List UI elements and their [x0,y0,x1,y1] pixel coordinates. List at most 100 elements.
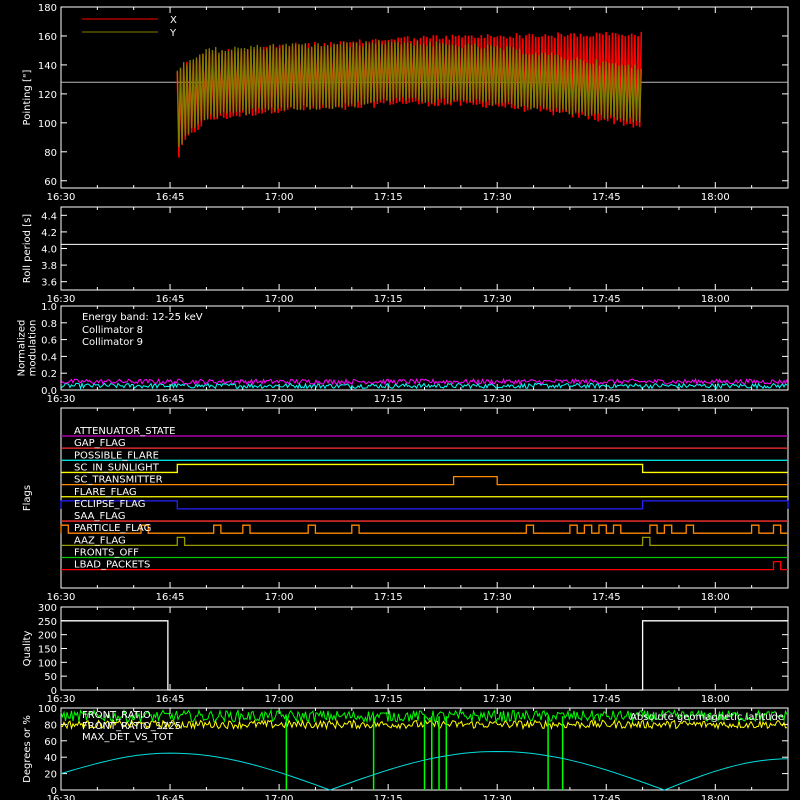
legend-label-front-ratio-1225: FRONT_RATIO_1225 [82,721,181,732]
y-tick-label: 3.8 [41,261,57,272]
y-tick-label: 100 [38,658,57,669]
flag-trace [61,475,788,486]
y-tick-label: 0.6 [41,336,57,347]
y-tick-label: 1.0 [41,302,57,313]
x-tick-label: 18:00 [701,192,730,203]
y-tick-label: 0.2 [41,369,57,380]
legend-label-X: X [170,15,177,26]
flag-trace [61,536,788,546]
flag-trace [60,524,788,534]
y-axis-label: Pointing ["] [22,69,33,125]
quality-panel: 16:30 16:45 17:00 17:15 17:30 17:45 18:0005010… [22,603,789,705]
roll-period-panel: 16:30 16:45 17:00 17:15 17:30 17:45 18:003.63.… [22,206,789,305]
y-tick-label: 0.0 [41,386,57,397]
x-tick-label: 17:45 [592,394,621,405]
y-tick-label: 0 [51,786,57,797]
y-tick-label: 200 [38,631,57,642]
y-tick-label: 3.6 [41,278,57,289]
flag-label: SC_TRANSMITTER [74,475,163,486]
x-tick-label: 17:30 [483,592,512,603]
x-tick-label: 17:30 [483,794,512,800]
flag-trace [61,463,788,474]
x-tick-label: 17:30 [483,694,512,705]
x-tick-label: 17:30 [483,294,512,305]
x-tick-label: 18:00 [701,794,730,800]
y-tick-label: 180 [38,3,57,14]
y-axis-label: Normalized [17,320,28,377]
y-axis-label: Quality [22,631,33,667]
x-tick-label: 17:00 [265,192,294,203]
y-tick-label: 100 [38,119,57,130]
flag-label: ECLIPSE_FLAG [74,499,145,510]
x-tick-label: 17:15 [374,192,403,203]
x-tick-label: 17:00 [265,294,294,305]
y-tick-label: 60 [44,737,57,748]
y-tick-label: 0.4 [41,352,57,363]
flag-label: AAZ_FLAG [74,535,126,546]
pointing-panel: 16:30 16:45 17:00 17:15 17:30 17:45 18:00 60 80 1… [22,3,789,203]
x-tick-label: 17:15 [374,694,403,705]
y-tick-label: 120 [38,90,57,101]
x-tick-label: 17:30 [483,192,512,203]
y-tick-label: 4.2 [41,228,57,239]
flag-trace [61,561,788,571]
y-tick-label: 140 [38,61,57,72]
x-tick-label: 17:15 [374,592,403,603]
x-tick-label: 17:45 [592,192,621,203]
quality-trace [61,620,788,691]
x-tick-label: 17:45 [592,794,621,800]
x-tick-label: 17:15 [374,394,403,405]
modulation-panel: 16:30 16:45 17:00 17:15 17:30 17:45 18:000.00.… [17,302,789,405]
legend-label-max-det-vs-tot: MAX_DET_VS_TOT [82,732,174,743]
x-tick-label: 17:00 [265,794,294,800]
energy-band-annotation: Energy band: 12-25 keV [82,312,203,323]
y-tick-label: 4.0 [41,245,57,256]
legend-label-collimator: Collimator 9 [82,337,143,348]
x-tick-label: 17:00 [265,394,294,405]
flag-label: GAP_FLAG [74,438,126,449]
x-tick-label: 17:45 [592,294,621,305]
x-tick-label: 18:00 [701,294,730,305]
x-tick-label: 16:45 [156,592,185,603]
x-tick-label: 16:45 [156,794,185,800]
y-tick-label: 0 [51,686,57,697]
x-tick-label: 17:00 [265,694,294,705]
y-tick-label: 4.4 [41,211,57,222]
y-tick-label: 60 [44,177,57,188]
legend-label-front-ratio: FRONT_RATIO [82,710,151,721]
legend-label-geomagnetic-latitude: Absolute geomagnetic latitude [630,712,784,723]
x-tick-label: 16:30 [47,192,76,203]
y-axis-label: modulation [28,320,39,377]
roll-period-frame [60,206,789,291]
y-tick-label: 40 [44,753,57,764]
y-axis-label: Degrees or % [22,715,33,783]
legend-label-collimator: Collimator 8 [82,325,143,336]
y-tick-label: 80 [44,148,57,159]
y-tick-label: 300 [38,603,57,614]
y-tick-label: 100 [38,704,57,715]
x-tick-label: 17:15 [374,794,403,800]
x-tick-label: 17:45 [592,694,621,705]
y-tick-label: 0.8 [41,319,57,330]
flags-panel: 16:30 16:45 17:00 17:15 17:30 17:45 18:00 Flags… [22,407,789,603]
x-tick-label: 16:30 [47,592,76,603]
quality-frame [60,606,789,691]
geomag-panel: 16:30 16:45 17:00 17:15 17:30 17:45 18:0002040… [22,704,789,800]
x-tick-label: 16:45 [156,694,185,705]
x-tick-label: 17:45 [592,592,621,603]
flag-label: PARTICLE_FLAG [74,523,151,534]
y-axis-label: Flags [22,485,33,511]
y-tick-label: 80 [44,720,57,731]
flag-label: FRONTS_OFF [74,548,139,559]
x-tick-label: 17:00 [265,592,294,603]
x-tick-label: 18:00 [701,694,730,705]
flag-label: FLARE_FLAG [74,487,137,498]
flag-label: ATTENUATOR_STATE [74,426,175,437]
y-tick-label: 20 [44,770,57,781]
flag-label: POSSIBLE_FLARE [74,450,159,461]
flag-label: LBAD_PACKETS [74,560,150,571]
x-tick-label: 17:30 [483,394,512,405]
flag-trace [60,500,789,510]
flag-label: SAA_FLAG [74,511,125,522]
quicklook-plot-canvas: 16:30 16:45 17:00 17:15 17:30 17:45 18:00 60 80 1… [17,3,789,800]
